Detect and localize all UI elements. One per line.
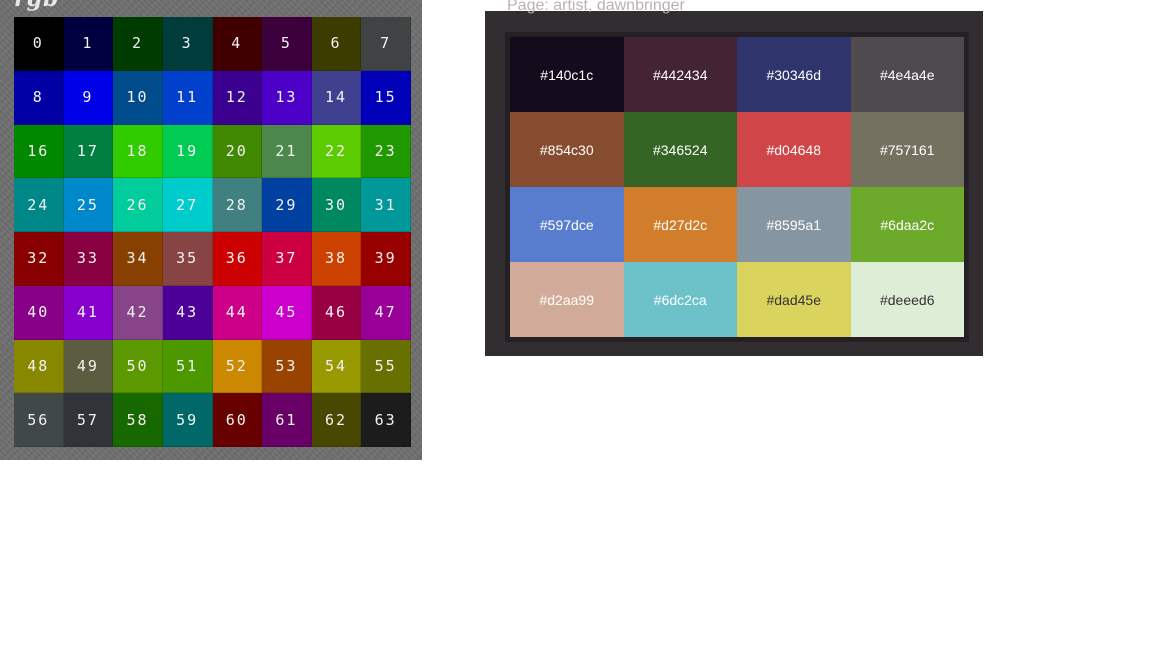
color-swatch[interactable]: 20 bbox=[212, 124, 263, 179]
color-swatch[interactable]: 30 bbox=[311, 178, 362, 232]
color-swatch[interactable]: 42 bbox=[113, 285, 163, 340]
color-swatch[interactable]: 14 bbox=[311, 70, 362, 125]
color-swatch[interactable]: 33 bbox=[63, 232, 114, 286]
color-swatch[interactable]: 2 bbox=[113, 17, 163, 71]
color-swatch[interactable]: 27 bbox=[162, 178, 213, 232]
color-swatch[interactable]: 47 bbox=[361, 285, 411, 340]
color-swatch[interactable]: 50 bbox=[113, 339, 163, 394]
color-swatch[interactable]: 37 bbox=[262, 232, 312, 286]
color-swatch[interactable]: 41 bbox=[63, 285, 114, 340]
palette-swatch[interactable]: #30346d bbox=[737, 37, 851, 112]
color-swatch[interactable]: 38 bbox=[311, 232, 362, 286]
color-swatch[interactable]: 7 bbox=[361, 17, 411, 71]
color-swatch[interactable]: 60 bbox=[212, 393, 263, 447]
color-swatch[interactable]: 22 bbox=[311, 124, 362, 179]
color-swatch[interactable]: 23 bbox=[361, 124, 411, 179]
color-swatch[interactable]: 10 bbox=[113, 70, 163, 125]
color-swatch[interactable]: 55 bbox=[361, 339, 411, 394]
dawnbringer-palette-panel: Page: artist, dawnbringer #140c1c #442434… bbox=[485, 0, 983, 356]
color-swatch[interactable]: 13 bbox=[262, 70, 312, 125]
panel-title: rgb bbox=[14, 0, 59, 12]
color-swatch[interactable]: 62 bbox=[311, 393, 362, 447]
color-swatch[interactable]: 25 bbox=[63, 178, 114, 232]
color-swatch[interactable]: 29 bbox=[262, 178, 312, 232]
palette-swatch[interactable]: #442434 bbox=[623, 37, 737, 112]
palette-swatch[interactable]: #140c1c bbox=[510, 37, 624, 112]
color-swatch[interactable]: 40 bbox=[14, 285, 64, 340]
palette-swatch[interactable]: #597dce bbox=[510, 187, 624, 262]
color-swatch[interactable]: 36 bbox=[212, 232, 263, 286]
palette-swatch[interactable]: #6dc2ca bbox=[623, 262, 737, 337]
color-swatch[interactable]: 5 bbox=[262, 17, 312, 71]
color-swatch[interactable]: 15 bbox=[361, 70, 411, 125]
palette-swatch[interactable]: #d2aa99 bbox=[510, 262, 624, 337]
color-swatch[interactable]: 45 bbox=[262, 285, 312, 340]
color-swatch[interactable]: 54 bbox=[311, 339, 362, 394]
color-swatch[interactable]: 26 bbox=[113, 178, 163, 232]
color-swatch[interactable]: 57 bbox=[63, 393, 114, 447]
color-swatch[interactable]: 9 bbox=[63, 70, 114, 125]
rgb-palette-panel: rgb 012345678910111213141516171819202122… bbox=[0, 0, 422, 460]
color-swatch[interactable]: 12 bbox=[212, 70, 263, 125]
color-swatch[interactable]: 49 bbox=[63, 339, 114, 394]
palette-swatch[interactable]: #757161 bbox=[850, 112, 964, 187]
color-swatch[interactable]: 1 bbox=[63, 17, 114, 71]
color-swatch[interactable]: 16 bbox=[14, 124, 64, 179]
color-swatch[interactable]: 43 bbox=[162, 285, 213, 340]
color-swatch[interactable]: 8 bbox=[14, 70, 64, 125]
color-swatch[interactable]: 21 bbox=[262, 124, 312, 179]
page-title: Page: artist, dawnbringer bbox=[507, 0, 685, 14]
palette-swatch[interactable]: #d27d2c bbox=[623, 187, 737, 262]
color-swatch[interactable]: 39 bbox=[361, 232, 411, 286]
color-swatch[interactable]: 51 bbox=[162, 339, 213, 394]
palette-swatch[interactable]: #dad45e bbox=[737, 262, 851, 337]
color-swatch[interactable]: 48 bbox=[14, 339, 64, 394]
color-swatch[interactable]: 53 bbox=[262, 339, 312, 394]
color-swatch[interactable]: 63 bbox=[361, 393, 411, 447]
color-swatch[interactable]: 28 bbox=[212, 178, 263, 232]
color-swatch[interactable]: 58 bbox=[113, 393, 163, 447]
palette-swatch[interactable]: #deeed6 bbox=[850, 262, 964, 337]
color-swatch[interactable]: 34 bbox=[113, 232, 163, 286]
color-swatch[interactable]: 61 bbox=[262, 393, 312, 447]
palette-swatch[interactable]: #4e4a4e bbox=[850, 37, 964, 112]
palette-frame: #140c1c #442434 #30346d #4e4a4e #854c30 #3465… bbox=[505, 32, 969, 342]
color-swatch[interactable]: 24 bbox=[14, 178, 64, 232]
palette-swatch[interactable]: #854c30 bbox=[510, 112, 624, 187]
color-swatch[interactable]: 32 bbox=[14, 232, 64, 286]
color-swatch[interactable]: 56 bbox=[14, 393, 64, 447]
color-swatch[interactable]: 35 bbox=[162, 232, 213, 286]
palette-swatch[interactable]: #6daa2c bbox=[850, 187, 964, 262]
palette-grid: #140c1c #442434 #30346d #4e4a4e #854c30 #3465… bbox=[510, 37, 964, 337]
color-swatch[interactable]: 19 bbox=[162, 124, 213, 179]
color-grid-64: 0 1 2 3 4 5 6 7 8 9 10 11 12 13 14 15 16 17 18 19 20 21 22 23 24… bbox=[14, 17, 411, 447]
color-swatch[interactable]: 6 bbox=[311, 17, 362, 71]
palette-swatch[interactable]: #346524 bbox=[623, 112, 737, 187]
color-swatch[interactable]: 11 bbox=[162, 70, 213, 125]
color-swatch[interactable]: 0 bbox=[14, 17, 64, 71]
color-swatch[interactable]: 52 bbox=[212, 339, 263, 394]
color-swatch[interactable]: 17 bbox=[63, 124, 114, 179]
palette-swatch[interactable]: #d04648 bbox=[737, 112, 851, 187]
color-swatch[interactable]: 59 bbox=[162, 393, 213, 447]
color-swatch[interactable]: 3 bbox=[162, 17, 213, 71]
palette-swatch[interactable]: #8595a1 bbox=[737, 187, 851, 262]
color-swatch[interactable]: 46 bbox=[311, 285, 362, 340]
color-swatch[interactable]: 44 bbox=[212, 285, 263, 340]
color-swatch[interactable]: 31 bbox=[361, 178, 411, 232]
color-swatch[interactable]: 18 bbox=[113, 124, 163, 179]
color-swatch[interactable]: 4 bbox=[212, 17, 263, 71]
